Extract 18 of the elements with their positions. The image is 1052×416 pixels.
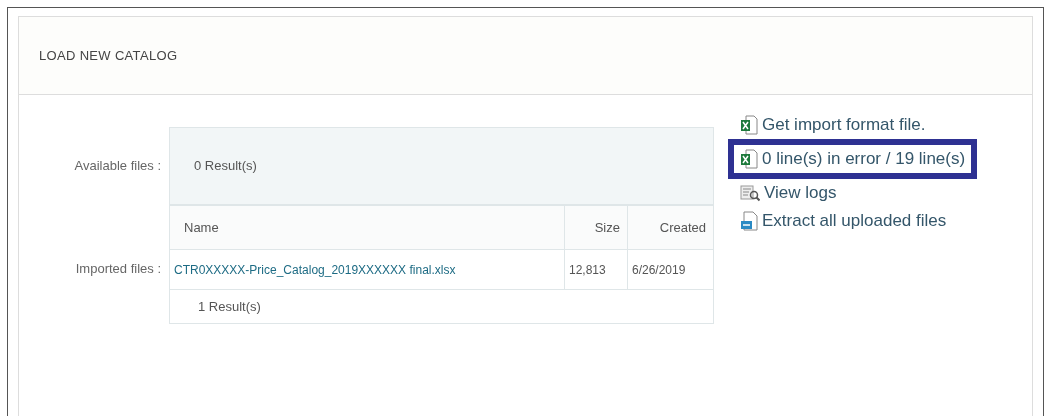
result-count: 0 Result(s) — [194, 157, 257, 176]
column-header: Size — [564, 205, 628, 250]
action-link[interactable]: View logs — [728, 179, 978, 207]
result-count: 1 Result(s) — [198, 297, 261, 316]
spreadsheet-icon — [740, 115, 758, 135]
action-link[interactable]: Get import format file. — [728, 111, 978, 139]
panel-title: LOAD NEW CATALOG — [39, 46, 178, 65]
spreadsheet-icon — [740, 149, 758, 169]
column-header: Created — [627, 205, 714, 250]
zip-file-icon — [740, 211, 758, 231]
table-cell-text: 6/26/2019 — [630, 262, 687, 277]
list-search-icon — [740, 184, 760, 202]
action-link[interactable]: 0 line(s) in error / 19 line(s) — [728, 139, 978, 179]
action-link[interactable]: Extract all uploaded files — [728, 207, 978, 235]
table-cell-text: 12,813 — [567, 262, 607, 277]
column-header: Name — [169, 205, 565, 250]
field-label: Imported files : — [75, 260, 161, 279]
field-label: Available files : — [74, 157, 161, 176]
